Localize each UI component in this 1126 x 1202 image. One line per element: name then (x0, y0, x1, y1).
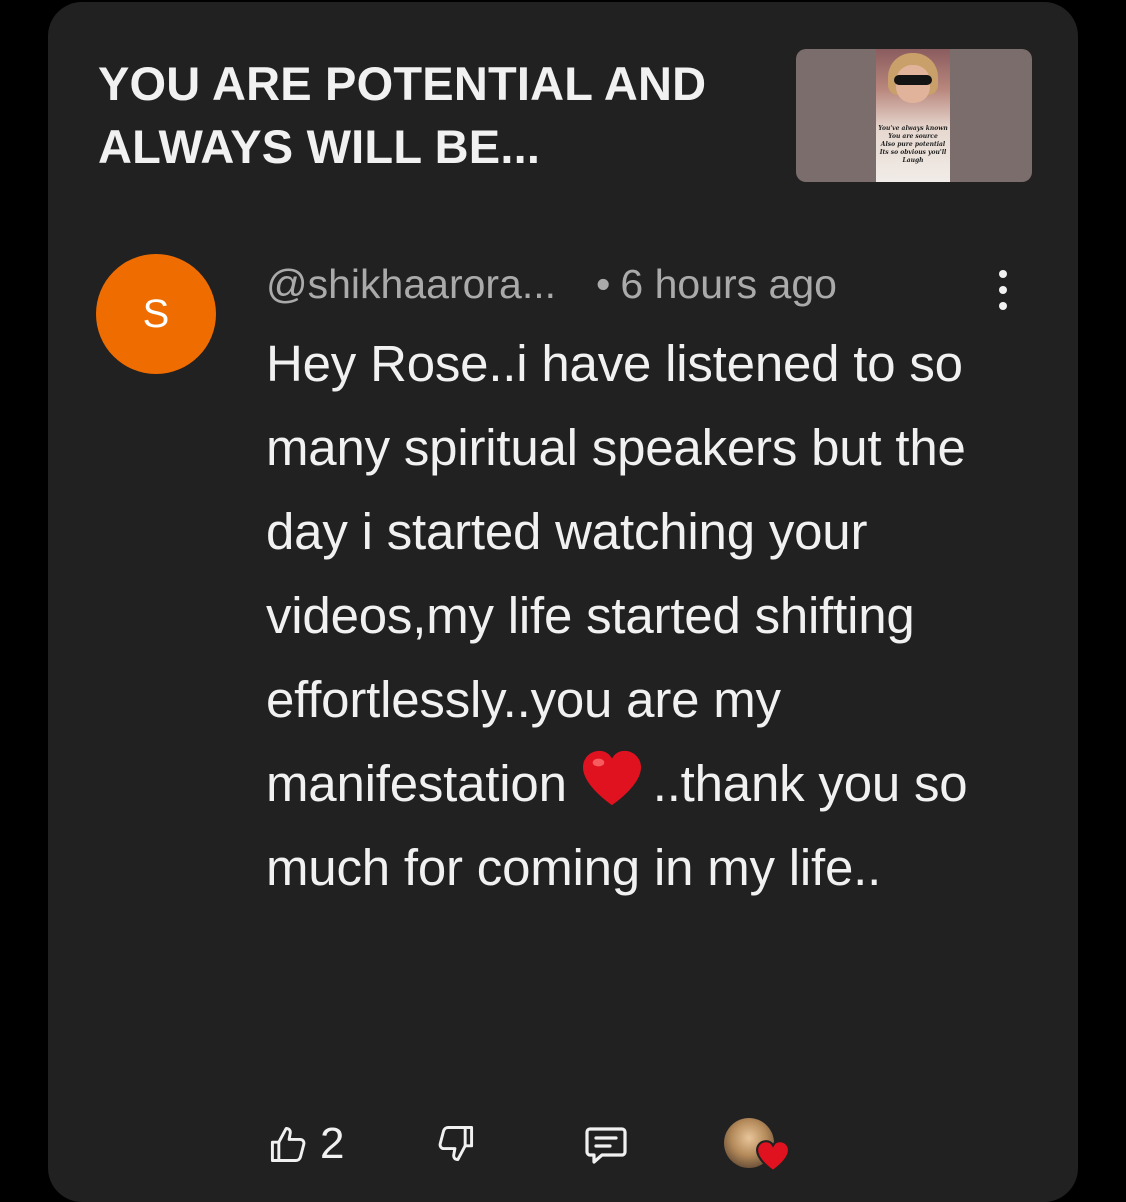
thumbs-up-icon (270, 1126, 306, 1162)
red-heart-emoji-icon (582, 750, 641, 806)
thumbs-down-icon (438, 1126, 474, 1162)
reply-comment-icon (585, 1127, 627, 1164)
thumbnail-caption-line: You are source (888, 133, 938, 140)
thumbnail-caption-line: Laugh (902, 157, 924, 164)
dislike-button[interactable] (434, 1112, 478, 1176)
menu-dot (999, 270, 1007, 278)
comment-text: Hey Rose..i have listened to so many spi… (266, 322, 1026, 910)
like-button[interactable]: 2 (266, 1112, 344, 1176)
meta-separator-dot: • (596, 261, 611, 307)
thumbnail-caption-line: Also pure potential (880, 141, 946, 148)
thumbnail-caption: You've always known You are source Also … (876, 125, 950, 165)
thumbnail-image: You've always known You are source Also … (876, 49, 950, 182)
thumbnail-caption-line: Its so obvious you'll (879, 149, 947, 156)
comment-meta: @shikhaarora... • 6 hours ago (266, 258, 837, 310)
avatar-letter: S (142, 291, 170, 336)
menu-dot (999, 302, 1007, 310)
video-title: YOU ARE POTENTIAL AND ALWAYS WILL BE... (98, 57, 707, 173)
creator-heart-icon (756, 1140, 790, 1172)
video-thumbnail[interactable]: You've always known You are source Also … (796, 49, 1032, 182)
thumbnail-caption-line: You've always known (878, 125, 948, 132)
thumbnail-sunglasses (894, 75, 932, 85)
comment-timestamp: 6 hours ago (620, 261, 837, 307)
vertical-ellipsis-icon[interactable] (988, 270, 1018, 310)
reply-button[interactable] (582, 1112, 630, 1176)
commenter-avatar[interactable]: S (96, 254, 216, 374)
like-count: 2 (320, 1119, 345, 1168)
comment-author[interactable]: @shikhaarora... (266, 261, 556, 307)
comment-text-main: Hey Rose..i have listened to so many spi… (266, 335, 966, 812)
menu-dot (999, 286, 1007, 294)
